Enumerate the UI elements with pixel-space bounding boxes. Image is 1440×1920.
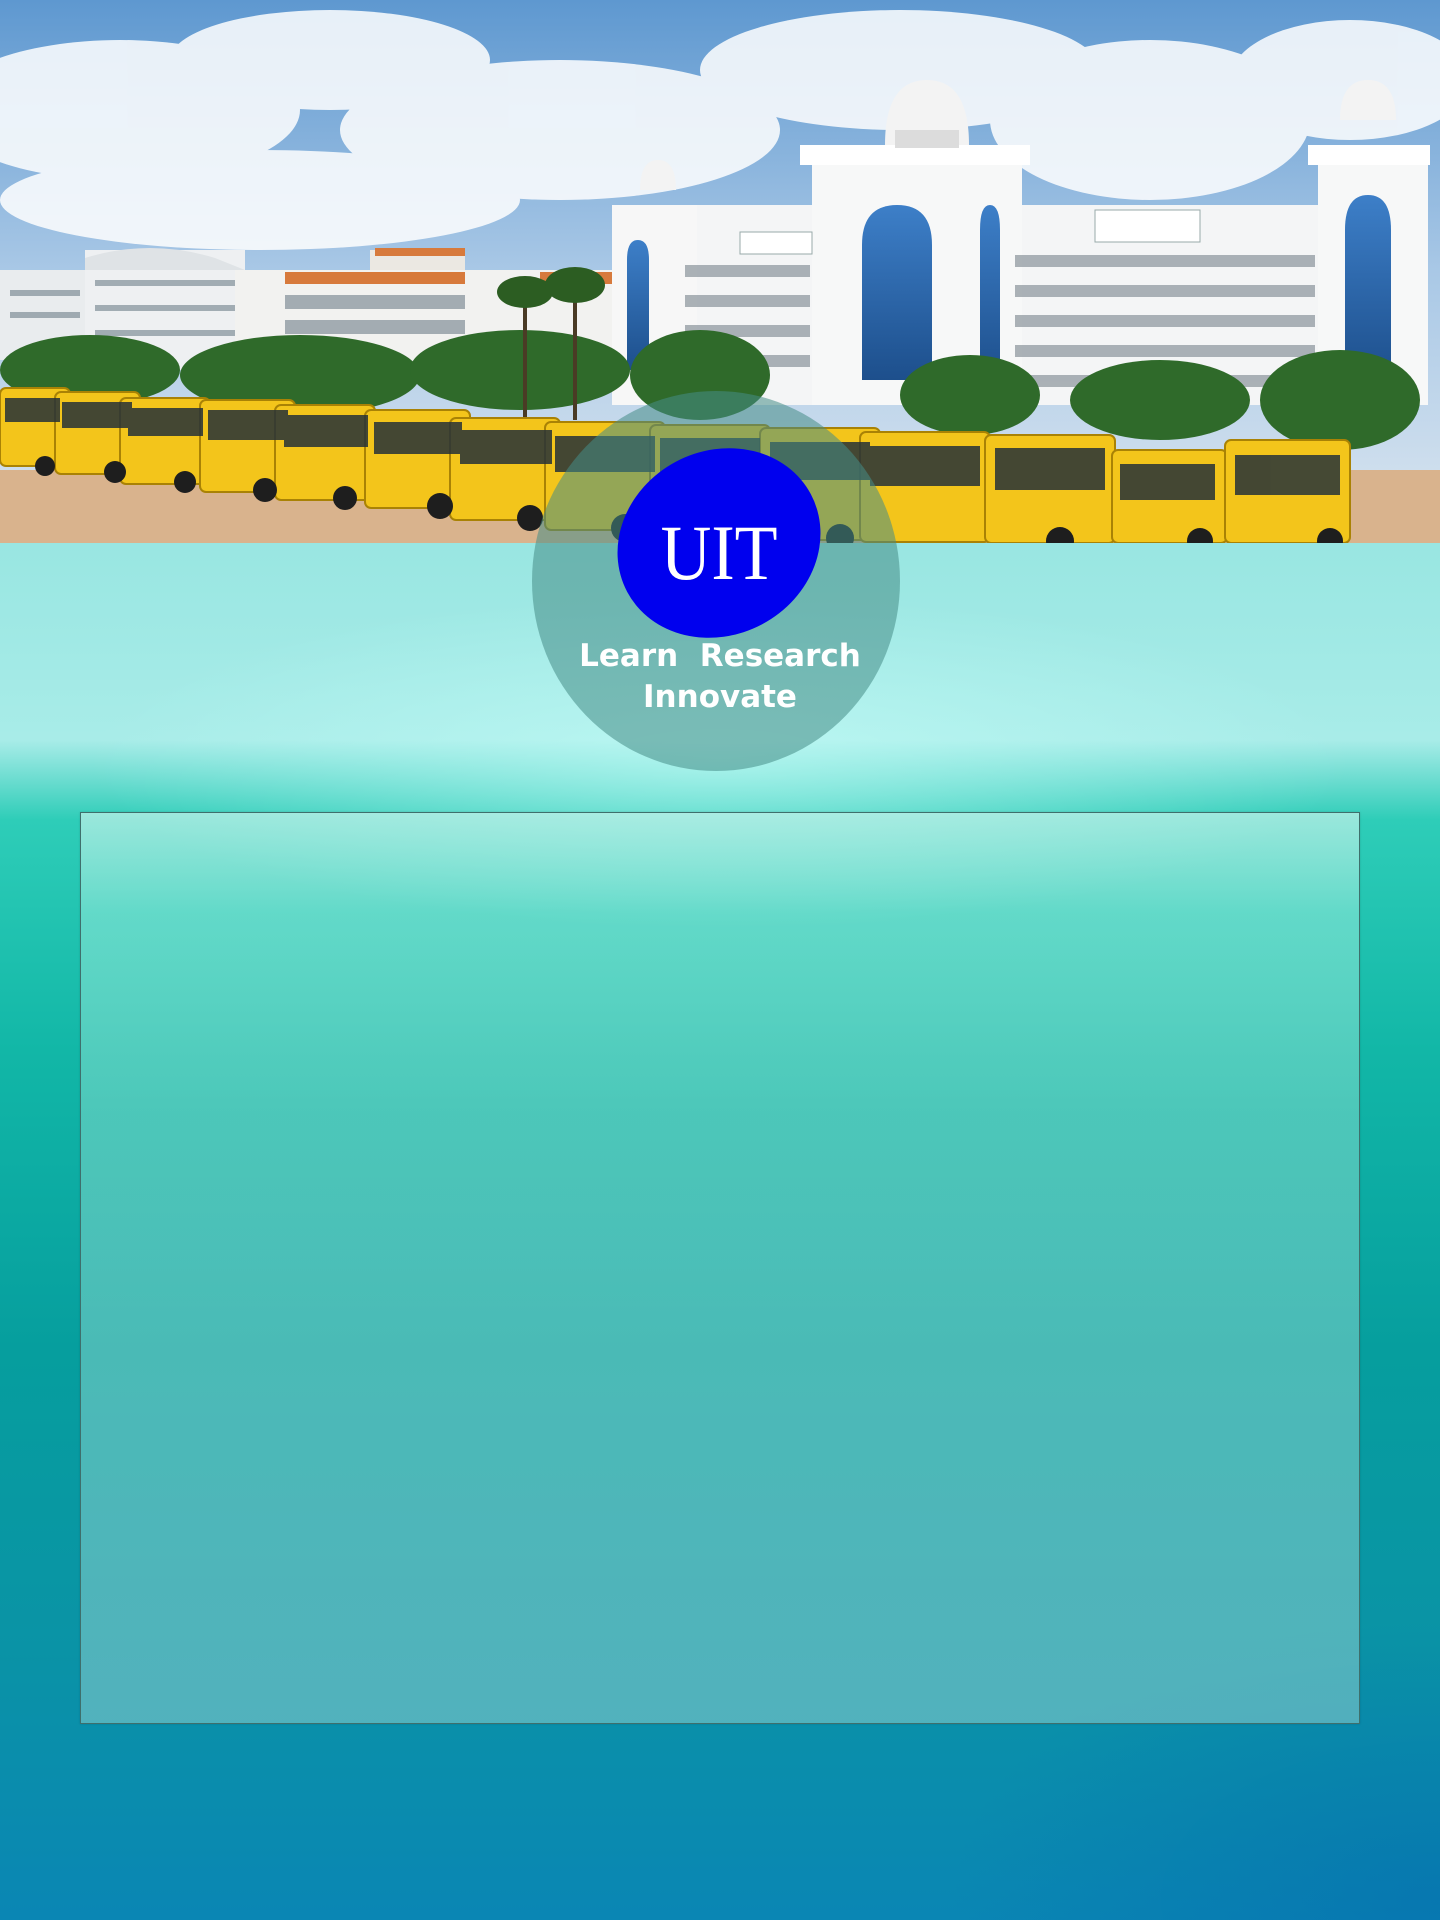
uit-logo-letters: UIT: [661, 511, 778, 597]
content-panel: [80, 812, 1360, 1724]
tagline: Learn Research Innovate: [560, 636, 880, 718]
tagline-line-1: Learn Research: [579, 638, 861, 674]
uit-logo: UIT: [612, 446, 826, 640]
tagline-line-2: Innovate: [643, 679, 797, 715]
